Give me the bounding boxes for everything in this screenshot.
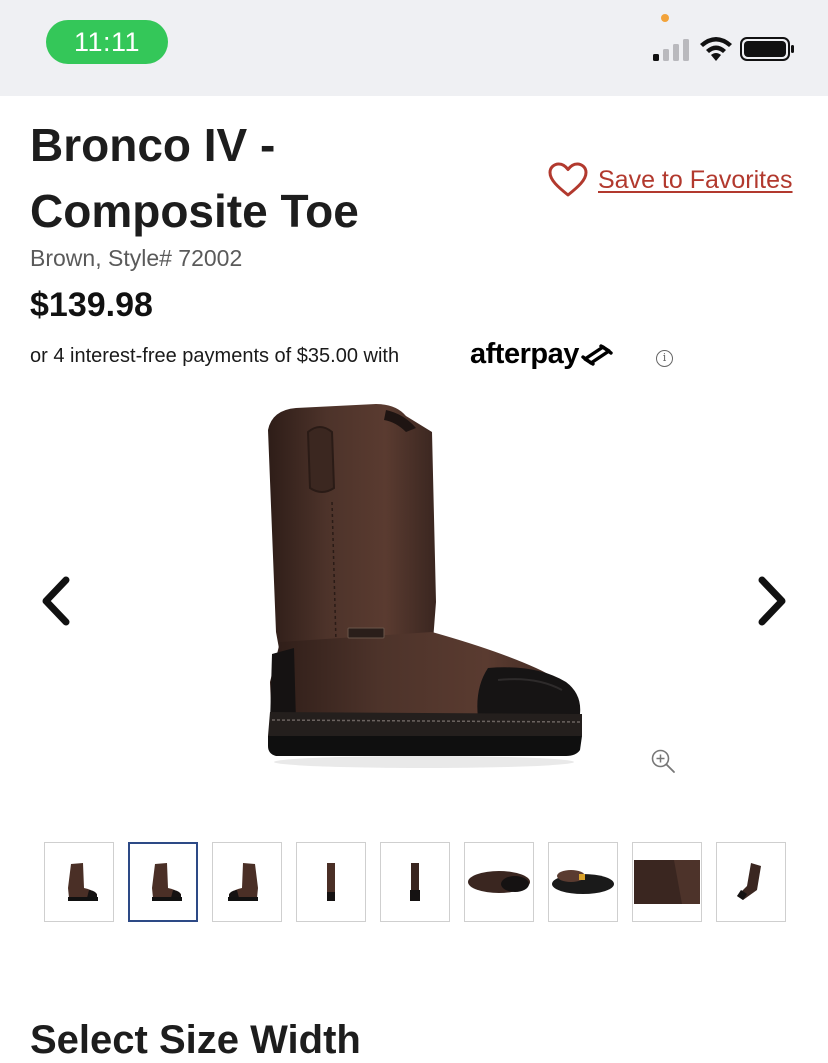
status-bar: 11:11: [0, 0, 828, 96]
afterpay-arrows-icon: [581, 343, 613, 366]
boot-thumbnail-image: [152, 863, 182, 901]
product-title: Bronco IV - Composite Toe: [30, 119, 359, 237]
next-image-chevron-icon[interactable]: [752, 574, 792, 628]
product-color-style: Brown, Style# 72002: [30, 245, 243, 271]
afterpay-installment-text: or 4 interest-free payments of $35.00 wi…: [30, 345, 400, 367]
zoom-in-icon[interactable]: [650, 748, 676, 774]
thumbnail-7[interactable]: [548, 842, 618, 922]
boot-thumbnail-image: [327, 863, 335, 901]
thumbnail-strip: [44, 842, 786, 922]
boot-thumbnail-image: [737, 863, 761, 900]
boot-thumbnail-image: [468, 871, 530, 893]
boot-thumbnail-image: [634, 860, 700, 904]
thumbnail-1[interactable]: [44, 842, 114, 922]
thumbnail-2-selected[interactable]: [128, 842, 198, 922]
thumbnail-3[interactable]: [212, 842, 282, 922]
cellular-signal-icon: [653, 39, 689, 61]
afterpay-logo: afterpay: [470, 338, 615, 371]
boot-thumbnail-image: [552, 870, 614, 894]
status-time: 11:11: [46, 20, 168, 64]
product-price: $139.98: [30, 286, 153, 324]
battery-icon: [740, 37, 794, 61]
wifi-icon: [700, 37, 732, 61]
boot-thumbnail-image: [228, 863, 258, 901]
save-to-favorites-label[interactable]: Save to Favorites: [598, 166, 793, 195]
thumbnail-4[interactable]: [296, 842, 366, 922]
thumbnail-5[interactable]: [380, 842, 450, 922]
previous-image-chevron-icon[interactable]: [36, 574, 76, 628]
boot-thumbnail-image: [410, 863, 420, 901]
product-main-image: [268, 404, 582, 768]
afterpay-wordmark: afterpay: [470, 338, 579, 370]
heart-icon: [548, 162, 588, 197]
privacy-indicator-dot: [661, 14, 669, 22]
boot-thumbnail-image: [68, 863, 98, 901]
thumbnail-6[interactable]: [464, 842, 534, 922]
size-width-section-heading: Select Size Width: [30, 1018, 361, 1062]
save-to-favorites-button[interactable]: Save to Favorites: [548, 162, 793, 198]
thumbnail-9[interactable]: [716, 842, 786, 922]
afterpay-info-icon[interactable]: i: [656, 350, 673, 367]
thumbnail-8[interactable]: [632, 842, 702, 922]
